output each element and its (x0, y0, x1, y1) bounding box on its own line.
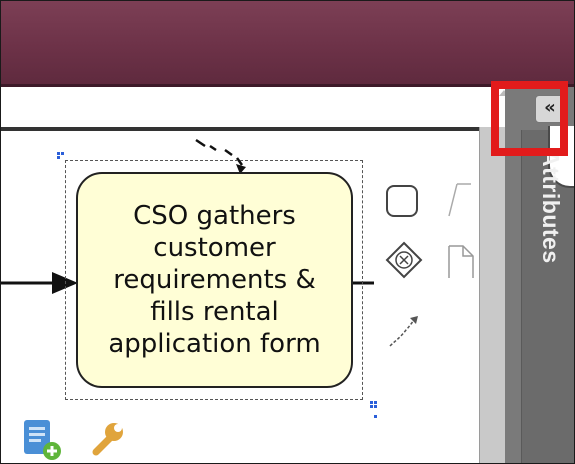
screenshot-frame (0, 0, 575, 464)
